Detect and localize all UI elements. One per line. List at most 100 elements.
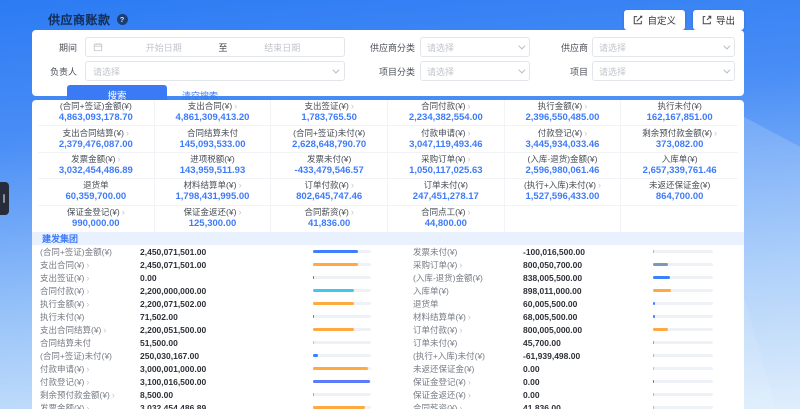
chevron-right-icon: › [126,128,129,138]
ledger-row: 发票金额(¥)› 3,032,454,486.89 [40,401,385,409]
ledger-row-label-line: 保证金登记(¥)› [413,376,523,388]
ledger-row-label-line: (合同+签证)金额(¥)› [40,246,140,258]
stat-label: 支出签证(¥) [304,101,348,111]
ledger-row-label[interactable]: 支出合同结算(¥) [40,325,101,335]
project-select[interactable]: 请选择 [592,61,735,81]
ledger-row: 未返还保证金(¥)› 0.00 [413,362,723,375]
supplier-category-select[interactable]: 请选择 [420,37,530,57]
ledger-row-label-line: 执行金额(¥)› [40,298,140,310]
stat-cell[interactable]: 支出合同(¥)› 4,861,309,413.20 [155,100,272,126]
chevron-down-icon [518,42,525,49]
group-link[interactable]: 建发集团 [42,232,78,245]
ledger-row-label[interactable]: 执行金额(¥) [40,299,84,309]
ledger-row-value: 41,836.00 [523,403,653,409]
owner-select[interactable]: 请选择 [85,61,345,81]
ledger-row-label[interactable]: 保证金返还(¥) [413,390,466,400]
start-date-input[interactable]: 开始日期 [109,41,219,54]
stat-cell[interactable]: 保证金返还(¥)› 125,300.00 [155,206,272,232]
ledger-row-label[interactable]: 采购订单(¥) [413,260,457,270]
ledger-row-label[interactable]: 合同付款(¥) [40,286,84,296]
ledger-row-label[interactable]: 付款登记(¥) [40,377,84,387]
ledger-row-bar [313,367,371,370]
ledger-row-value: 2,200,000,000.00 [140,286,313,296]
stat-label: (入库-退货)金额(¥) [528,154,598,164]
stat-value: 41,836.00 [308,218,350,230]
ledger-row-label[interactable]: 支出签证(¥) [40,273,84,283]
stat-cell[interactable]: 合同付款(¥)› 2,234,382,554.00 [388,100,505,126]
ledger-row-label[interactable]: 订单付款(¥) [413,325,457,335]
ledger-row-label-line: 发票金额(¥)› [40,402,140,409]
stat-cell[interactable]: 剩余预付款金额(¥)› 373,082.00 [621,126,738,152]
stat-label-line: 支出合同结算(¥)› [63,128,129,139]
ledger-row-value: 2,450,071,501.00 [140,247,313,257]
ledger-row-label-line: (入库-退货)金额(¥)› [413,272,523,284]
ledger-row-label[interactable]: 支出合同(¥) [40,260,84,270]
ledger-row-label[interactable]: 材料结算单(¥) [413,312,466,322]
customize-button[interactable]: 自定义 [624,10,685,30]
chevron-right-icon: › [468,312,471,322]
stat-cell[interactable]: 合同点工(¥)› 44,800.00 [388,206,505,232]
end-date-input[interactable]: 结束日期 [228,41,338,54]
ledger-row-bar-fill [653,393,654,396]
ledger-row-label[interactable]: 剩余预付款金额(¥) [40,390,110,400]
stat-cell[interactable]: 材料结算单(¥)› 1,798,431,995.00 [155,179,272,205]
stat-cell[interactable]: 执行金额(¥)› 2,396,550,485.00 [505,100,622,126]
ledger-row-label[interactable]: 发票金额(¥) [40,403,84,409]
stat-cell[interactable]: 采购订单(¥)› 1,050,117,025.63 [388,153,505,179]
stat-label: 退货单 [83,180,109,190]
stat-value: 2,657,339,761.46 [643,165,717,177]
stat-label: 支出合同结算(¥) [63,128,124,138]
export-button-label: 导出 [716,13,735,27]
ledger-row-label[interactable]: 合同薪资(¥) [413,403,457,409]
stat-label-line: 退货单› [83,180,109,191]
ledger-row-label: 执行未付(¥) [40,312,84,322]
sidebar-collapse-handle[interactable] [0,182,9,215]
ledger-row-label[interactable]: 付款申请(¥) [40,364,84,374]
stat-value: 143,959,511.93 [180,165,246,177]
ledger-row-label-line: 入库单(¥)› [413,285,523,297]
stat-cell[interactable]: 付款申请(¥)› 3,047,119,493.46 [388,126,505,152]
ledger-row-label[interactable]: 保证金登记(¥) [413,377,466,387]
stat-cell[interactable]: (执行+入库)未付(¥)› 1,527,596,433.00 [505,179,622,205]
stat-cell [621,206,738,232]
supplier-category-placeholder: 请选择 [427,41,454,54]
ledger-row-bar-fill [313,354,318,357]
ledger-row: 入库单(¥)› 898,011,000.00 [413,284,723,297]
supplier-select[interactable]: 请选择 [592,37,735,57]
chevron-right-icon: › [351,101,354,111]
ledger-row-value: 800,050,700.00 [523,260,653,270]
ledger-row-bar [313,315,371,318]
ledger-row-value: 800,005,000.00 [523,325,653,335]
range-separator: 至 [219,41,228,54]
ledger-row-bar [653,289,713,292]
ledger-row-bar-fill [313,328,354,331]
help-icon[interactable]: ? [117,14,128,25]
ledger-row-bar-fill [313,380,370,383]
ledger-row-bar-fill [653,263,668,266]
ledger-row: 采购订单(¥)› 800,050,700.00 [413,258,723,271]
stat-label-line: 保证金登记(¥)› [67,207,125,218]
stat-cell[interactable]: 支出签证(¥)› 1,783,765.50 [271,100,388,126]
stat-cell[interactable]: 支出合同结算(¥)› 2,379,476,087.00 [38,126,155,152]
stat-cell[interactable]: 合同薪资(¥)› 41,836.00 [271,206,388,232]
ledger-row: 保证金返还(¥)› 0.00 [413,388,723,401]
chevron-right-icon: › [459,403,462,409]
owner-placeholder: 请选择 [93,65,120,78]
stat-label-line: (入库-退货)金额(¥)› [528,154,598,165]
project-category-select[interactable]: 请选择 [420,61,530,81]
chevron-right-icon: › [351,180,354,190]
ledger-row-label-line: 未返还保证金(¥)› [413,363,523,375]
export-button[interactable]: 导出 [693,10,744,30]
stat-cell[interactable]: 保证金登记(¥)› 990,000.00 [38,206,155,232]
stat-label-line: 订单付款(¥)› [304,180,353,191]
stat-label: 合同付款(¥) [421,101,465,111]
ledger-row-bar-fill [653,289,671,292]
stat-cell[interactable]: 发票金额(¥)› 3,032,454,486.89 [38,153,155,179]
ledger-row-bar-fill [313,289,354,292]
title-actions: 自定义 导出 [624,10,744,30]
date-range-picker[interactable]: 开始日期 至 结束日期 [85,37,345,57]
stat-cell[interactable]: 付款登记(¥)› 3,445,934,033.46 [505,126,622,152]
stat-label-line: 支出合同(¥)› [188,101,237,112]
ledger-row: 合同结算未付› 51,500.00 [40,336,385,349]
stat-cell[interactable]: 订单付款(¥)› 802,645,747.46 [271,179,388,205]
